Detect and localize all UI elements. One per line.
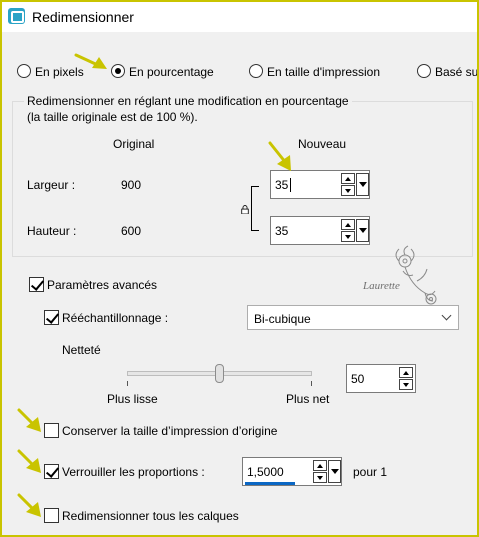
height-label: Hauteur : (27, 224, 77, 238)
sharpness-label: Netteté (62, 343, 101, 357)
pointer-arrow-icon (74, 53, 107, 69)
lock-ratio-label: Verrouiller les proportions : (62, 465, 205, 479)
ratio-up-arrow[interactable] (313, 460, 327, 471)
text-caret (290, 178, 291, 192)
width-up-arrow[interactable] (341, 173, 355, 184)
width-spin-arrows (341, 173, 355, 196)
sharpness-slider-thumb[interactable] (215, 364, 224, 383)
width-value: 35 (275, 178, 289, 192)
resize-all-layers-checkbox[interactable] (44, 508, 59, 523)
link-bracket (251, 186, 259, 231)
pointer-arrow-icon (17, 449, 41, 473)
radio-print-size-label: En taille d'impression (267, 65, 381, 79)
width-original: 900 (121, 178, 142, 192)
ratio-progress-underline (245, 482, 295, 485)
resize-dialog: Redimensionner En pixels En pourcentage … (2, 2, 477, 535)
ratio-down-arrow[interactable] (313, 472, 327, 483)
resample-label: Rééchantillonnage : (62, 311, 169, 325)
column-nouveau: Nouveau (298, 137, 347, 151)
keep-print-size-label: Conserver la taille d’impression d’origi… (62, 424, 278, 438)
sharpness-spinbox[interactable]: 50 (346, 364, 416, 393)
keep-print-size-checkbox[interactable] (44, 423, 59, 438)
sharpness-max-label: Plus net (286, 392, 330, 406)
lock-ratio-checkbox[interactable] (44, 464, 59, 479)
radio-pixels[interactable] (17, 64, 31, 78)
height-up-arrow[interactable] (341, 219, 355, 230)
radio-print-size[interactable] (249, 64, 263, 78)
width-spinbox[interactable]: 35 (270, 170, 370, 199)
resample-checkbox[interactable] (44, 310, 59, 325)
pointer-arrow-icon (17, 408, 41, 432)
sharpness-min-label: Plus lisse (107, 392, 158, 406)
pointer-arrow-icon (268, 141, 291, 171)
radio-based-on-label: Basé su (435, 65, 477, 79)
width-dropdown-button[interactable] (356, 173, 369, 196)
watermark-text: Laurette (362, 280, 400, 292)
ratio-dropdown-button[interactable] (328, 460, 341, 483)
slider-tick-min (127, 381, 128, 386)
pointer-arrow-icon (17, 493, 41, 517)
width-down-arrow[interactable] (341, 185, 355, 196)
ratio-spin-arrows (313, 460, 327, 483)
watermark-logo: Laurette (362, 245, 437, 305)
height-spin-arrows (341, 219, 355, 242)
radio-percentage-label: En pourcentage (129, 65, 214, 79)
ratio-suffix: pour 1 (353, 465, 388, 479)
resize-all-layers-label: Redimensionner tous les calques (62, 509, 239, 523)
radio-percentage[interactable] (111, 64, 125, 78)
advanced-label: Paramètres avancés (47, 278, 158, 292)
column-original: Original (113, 137, 155, 151)
slider-tick-max (311, 381, 312, 386)
window-title: Redimensionner (32, 9, 134, 25)
app-icon (8, 8, 25, 24)
sharpness-up-arrow[interactable] (399, 367, 413, 378)
group-title: Redimensionner en réglant une modificati… (24, 94, 352, 109)
sharpness-spin-arrows (399, 367, 413, 390)
lock-icon (241, 205, 249, 214)
advanced-checkbox[interactable] (29, 277, 44, 292)
width-label: Largeur : (27, 178, 76, 192)
group-subtitle: (la taille originale est de 100 %). (27, 110, 198, 124)
percentage-group (12, 101, 473, 257)
sharpness-value: 50 (351, 372, 365, 386)
ratio-value: 1,5000 (247, 465, 284, 479)
height-down-arrow[interactable] (341, 231, 355, 242)
height-value: 35 (275, 224, 289, 238)
radio-based-on[interactable] (417, 64, 431, 78)
sharpness-down-arrow[interactable] (399, 379, 413, 390)
height-original: 600 (121, 224, 142, 238)
height-dropdown-button[interactable] (356, 219, 369, 242)
ratio-spinbox[interactable]: 1,5000 (242, 457, 342, 486)
title-bar: Redimensionner (2, 2, 477, 32)
height-spinbox[interactable]: 35 (270, 216, 370, 245)
resample-select-value: Bi-cubique (254, 312, 311, 326)
